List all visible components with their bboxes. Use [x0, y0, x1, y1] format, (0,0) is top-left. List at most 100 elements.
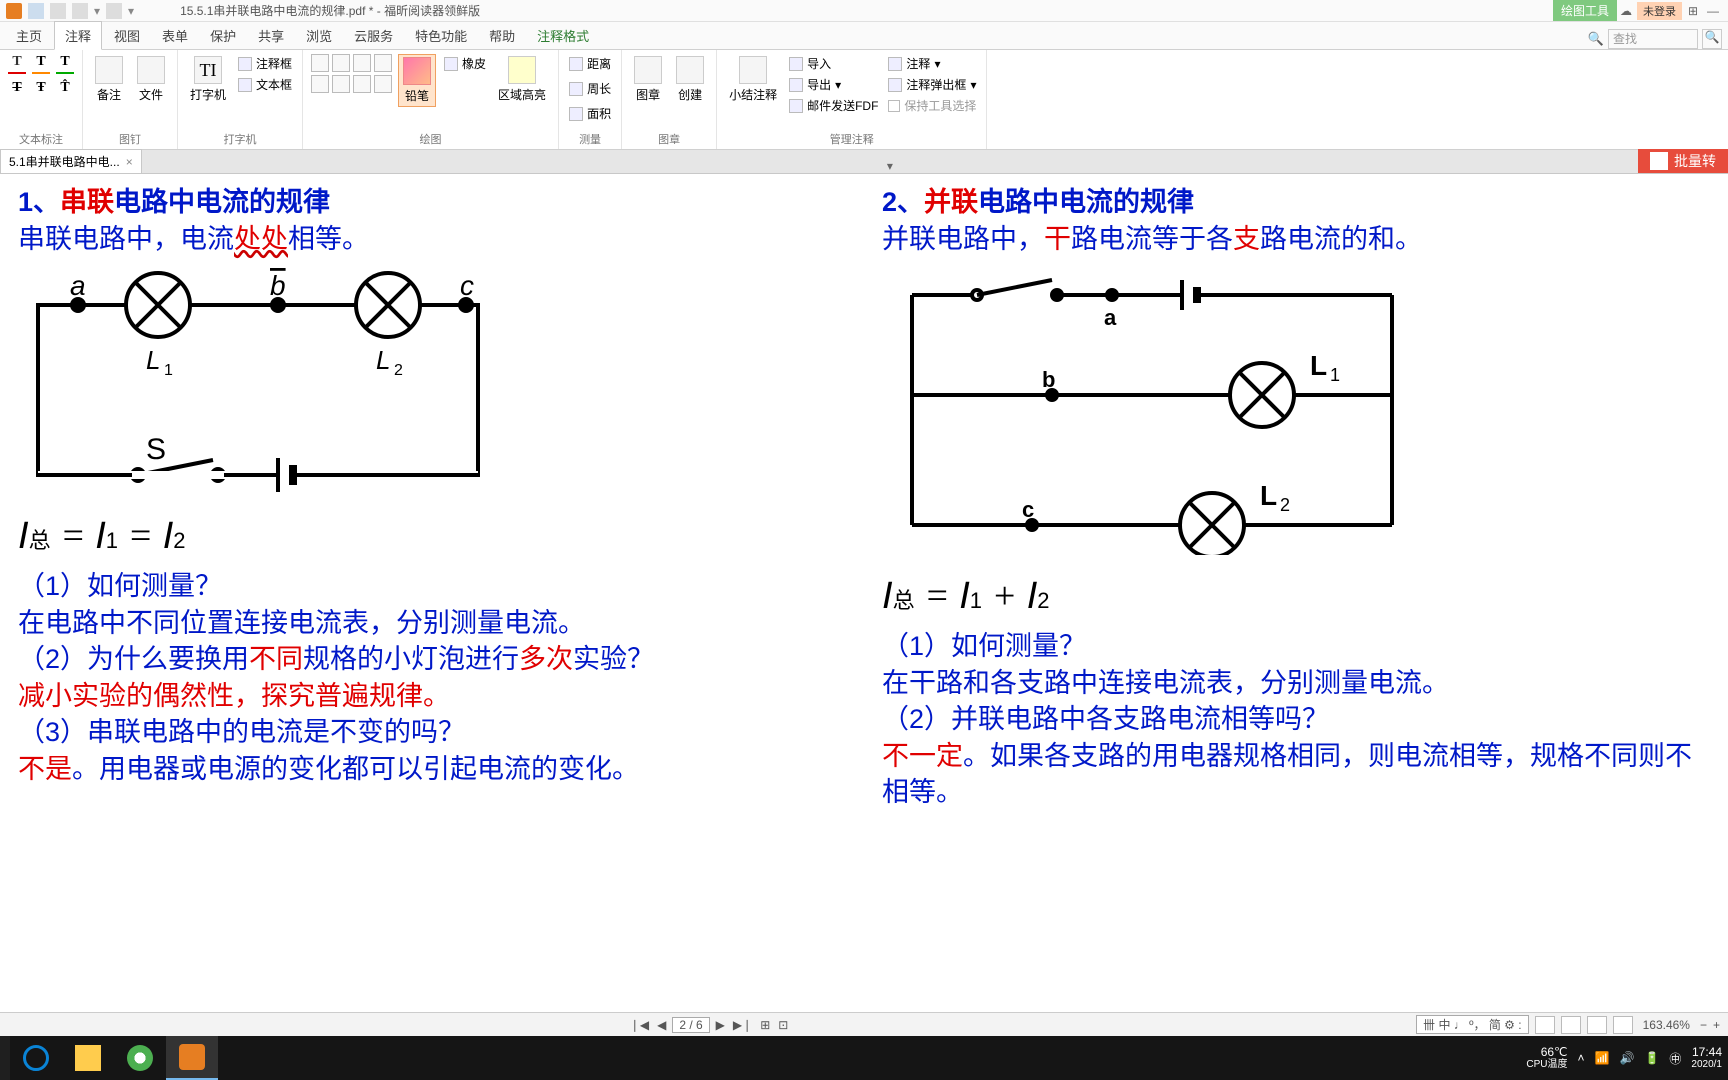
- layout-icon-1[interactable]: ⊞: [758, 1018, 772, 1032]
- annot-box-button[interactable]: 注释框: [236, 54, 294, 73]
- parallel-circuit-diagram: a b c L1 L2: [882, 265, 1422, 555]
- left-a2: 减小实验的偶然性，探究普遍规律。: [18, 678, 846, 714]
- polygon-tool[interactable]: [353, 54, 371, 72]
- send-fdf-button[interactable]: 邮件发送FDF: [787, 96, 880, 115]
- minimize-icon[interactable]: —: [1704, 4, 1722, 18]
- cloud-tool[interactable]: [374, 54, 392, 72]
- search-button[interactable]: 🔍: [1702, 29, 1722, 49]
- svg-text:a: a: [1104, 305, 1117, 330]
- create-stamp-button[interactable]: 创建: [672, 54, 708, 105]
- svg-text:c: c: [460, 270, 474, 301]
- squiggly-tool[interactable]: T: [32, 54, 50, 74]
- summary-button[interactable]: 小结注释: [725, 54, 781, 105]
- ime-status[interactable]: 卌 中 ♩ º， 简 ⚙ :: [1416, 1015, 1528, 1034]
- keep-tool-check[interactable]: 保持工具选择: [886, 96, 978, 115]
- zoom-out-button[interactable]: −: [1700, 1018, 1707, 1032]
- annot-cmd-button[interactable]: 注释▾: [886, 54, 978, 73]
- print-icon[interactable]: [50, 3, 66, 19]
- save-icon[interactable]: [28, 3, 44, 19]
- tray-up-icon[interactable]: ˄: [1578, 1051, 1585, 1065]
- tab-features[interactable]: 特色功能: [405, 22, 477, 49]
- quick-access-toolbar: ▾ ▾: [0, 3, 140, 19]
- status-bar: ❘◀ ◀ 2 / 6 ▶ ▶❘ ⊞ ⊡ 卌 中 ♩ º， 简 ⚙ : 163.4…: [0, 1012, 1728, 1036]
- tab-browse[interactable]: 浏览: [296, 22, 342, 49]
- clock[interactable]: 17:44 2020/1: [1691, 1046, 1722, 1070]
- area-highlight-button[interactable]: 区域高亮: [494, 54, 550, 105]
- callout-tool[interactable]: [374, 75, 392, 93]
- page-indicator[interactable]: 2 / 6: [672, 1017, 709, 1033]
- last-page-button[interactable]: ▶❘: [731, 1018, 754, 1032]
- cpu-temp[interactable]: 66℃ CPU温度: [1526, 1046, 1567, 1070]
- taskbar-foxit[interactable]: [166, 1036, 218, 1080]
- eraser-button[interactable]: 橡皮: [442, 54, 488, 73]
- distance-button[interactable]: 距离: [567, 54, 613, 73]
- taskbar-chrome[interactable]: [114, 1036, 166, 1080]
- strikeout-tool[interactable]: T: [8, 80, 26, 100]
- view-facing-icon[interactable]: [1587, 1016, 1607, 1034]
- battery-icon[interactable]: 🔋: [1644, 1051, 1659, 1065]
- document-viewport[interactable]: 1、串联电路中电流的规律 串联电路中，电流处处相等。: [0, 174, 1728, 949]
- tab-annotate[interactable]: 注释: [54, 21, 102, 50]
- view-cont-facing-icon[interactable]: [1613, 1016, 1633, 1034]
- search-icon[interactable]: 🔍: [1588, 31, 1604, 47]
- tab-dropdown[interactable]: ▾: [881, 159, 899, 173]
- taskbar-explorer[interactable]: [62, 1036, 114, 1080]
- view-cont-icon[interactable]: [1561, 1016, 1581, 1034]
- rect-tool[interactable]: [311, 54, 329, 72]
- tab-share[interactable]: 共享: [248, 22, 294, 49]
- cloud-icon[interactable]: ☁: [1617, 4, 1635, 18]
- pencil-button[interactable]: 铅笔: [398, 54, 436, 107]
- line-tool[interactable]: [332, 75, 350, 93]
- typewriter-button[interactable]: TI打字机: [186, 54, 230, 105]
- ime-icon[interactable]: ㊥: [1669, 1050, 1681, 1067]
- zoom-in-button[interactable]: +: [1713, 1018, 1720, 1032]
- file-button[interactable]: 文件: [133, 54, 169, 105]
- left-a1: 在电路中不同位置连接电流表，分别测量电流。: [18, 605, 846, 641]
- network-icon[interactable]: 📶: [1595, 1051, 1610, 1065]
- tab-form[interactable]: 表单: [152, 22, 198, 49]
- prev-page-button[interactable]: ◀: [655, 1018, 668, 1032]
- document-tab[interactable]: 5.1串并联电路中电... ×: [0, 149, 142, 173]
- stamp-button[interactable]: 图章: [630, 54, 666, 105]
- text-box-button[interactable]: 文本框: [236, 75, 294, 94]
- popup-button[interactable]: 注释弹出框▾: [886, 75, 978, 94]
- undo-icon[interactable]: [72, 3, 88, 19]
- search-input[interactable]: 查找: [1608, 29, 1698, 49]
- volume-icon[interactable]: 🔊: [1619, 1051, 1634, 1065]
- qat-dropdown[interactable]: ▾: [94, 4, 100, 18]
- first-page-button[interactable]: ❘◀: [628, 1018, 651, 1032]
- close-tab-icon[interactable]: ×: [126, 155, 133, 169]
- tab-help[interactable]: 帮助: [479, 22, 525, 49]
- tab-annot-format[interactable]: 注释格式: [527, 22, 599, 49]
- app-icon: [6, 3, 22, 19]
- tab-cloud[interactable]: 云服务: [344, 22, 403, 49]
- login-status[interactable]: 未登录: [1637, 2, 1682, 20]
- area-button[interactable]: 面积: [567, 104, 613, 123]
- oval-tool[interactable]: [332, 54, 350, 72]
- polyline-tool[interactable]: [353, 75, 371, 93]
- layout-icon-2[interactable]: ⊡: [776, 1018, 790, 1032]
- next-page-button[interactable]: ▶: [714, 1018, 727, 1032]
- underline-tool[interactable]: T: [56, 54, 74, 74]
- redo-icon[interactable]: [106, 3, 122, 19]
- tab-view[interactable]: 视图: [104, 22, 150, 49]
- left-q2: （2）为什么要换用不同规格的小灯泡进行多次实验？: [18, 641, 846, 677]
- zoom-value[interactable]: 163.46%: [1639, 1018, 1694, 1032]
- import-button[interactable]: 导入: [787, 54, 880, 73]
- ribbon-options-icon[interactable]: ⊞: [1684, 4, 1702, 18]
- batch-convert-button[interactable]: 批量转: [1638, 149, 1728, 173]
- export-button[interactable]: 导出▾: [787, 75, 880, 94]
- perimeter-button[interactable]: 周长: [567, 79, 613, 98]
- highlight-tool[interactable]: T: [8, 54, 26, 74]
- explorer-icon: [75, 1045, 101, 1071]
- view-single-icon[interactable]: [1535, 1016, 1555, 1034]
- taskbar-edge[interactable]: [10, 1036, 62, 1080]
- qat-dropdown2[interactable]: ▾: [128, 4, 134, 18]
- tab-home[interactable]: 主页: [6, 22, 52, 49]
- note-button[interactable]: 备注: [91, 54, 127, 105]
- arrow-tool[interactable]: [311, 75, 329, 93]
- tab-protect[interactable]: 保护: [200, 22, 246, 49]
- replace-tool[interactable]: Ŧ: [32, 80, 50, 100]
- group-typewriter: 打字机: [186, 129, 294, 147]
- insert-tool[interactable]: T̂: [56, 80, 74, 100]
